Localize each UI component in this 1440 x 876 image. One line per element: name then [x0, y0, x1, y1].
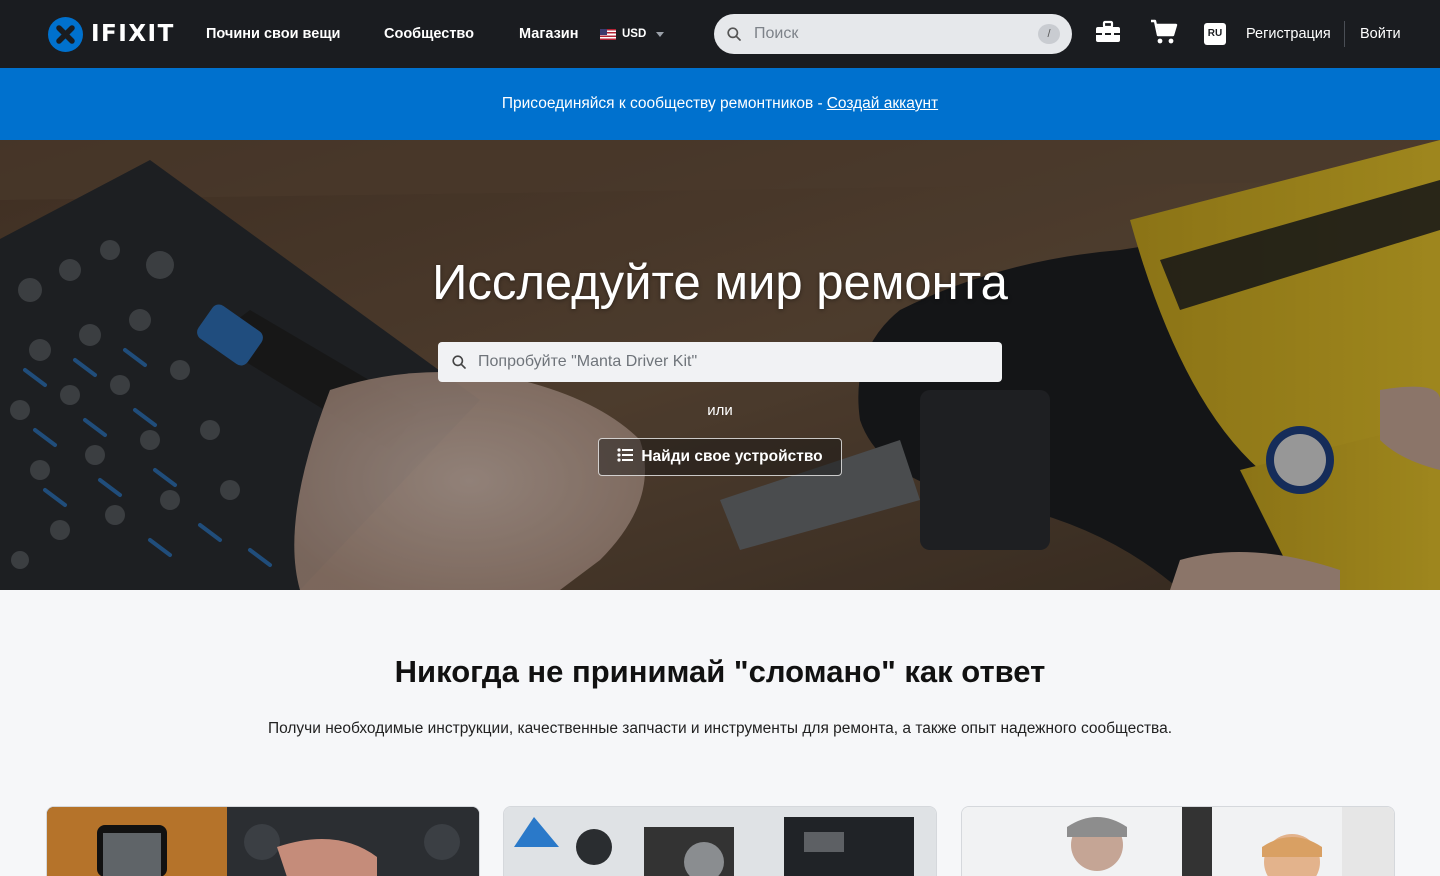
currency-selector[interactable]: USD: [600, 24, 665, 44]
logo-text: IFIXIT: [91, 21, 175, 47]
intro-text: Получи необходимые инструкции, качествен…: [267, 720, 1173, 737]
chevron-down-icon: [656, 31, 665, 37]
banner-text: Присоединяйся к сообществу ремонтников -: [501, 95, 823, 112]
hero-search-input[interactable]: [478, 342, 988, 382]
feature-card-community[interactable]: [961, 806, 1395, 876]
hero-or-label: или: [707, 402, 733, 419]
hero-search: [438, 342, 1002, 382]
language-selector[interactable]: RU: [1204, 23, 1226, 45]
nav-community[interactable]: Сообщество: [384, 24, 474, 44]
hero-section: Исследуйте мир ремонта или Найди свое ус…: [0, 140, 1440, 590]
login-link[interactable]: Войти: [1360, 24, 1401, 44]
us-flag-icon: [600, 28, 616, 40]
toolbox-button[interactable]: [1094, 20, 1122, 48]
header-search: /: [714, 14, 1072, 54]
create-account-link[interactable]: Создай аккаунт: [827, 95, 938, 113]
search-shortcut-badge: /: [1038, 24, 1060, 44]
ifixit-logo[interactable]: IFIXIT: [48, 16, 175, 52]
card-image-laptop-repair: [47, 807, 479, 876]
top-navbar: IFIXIT Почини свои вещи Сообщество Магаз…: [0, 0, 1440, 68]
find-device-button[interactable]: Найди свое устройство: [598, 438, 842, 476]
intro-title: Никогда не принимай "сломано" как ответ: [394, 654, 1046, 689]
join-banner: Присоединяйся к сообществу ремонтников -…: [0, 68, 1440, 140]
cart-icon: [1150, 19, 1178, 50]
toolbox-icon: [1094, 20, 1122, 49]
find-device-label: Найди свое устройство: [641, 448, 823, 465]
search-icon: [452, 355, 466, 374]
card-image-parts: [504, 807, 936, 876]
nav-divider: [1344, 21, 1345, 47]
search-icon: [727, 27, 741, 46]
feature-card-repair-guides[interactable]: [46, 806, 480, 876]
cart-button[interactable]: [1150, 19, 1178, 50]
nav-fix-your-stuff[interactable]: Почини свои вещи: [206, 24, 340, 44]
hero-title: Исследуйте мир ремонта: [432, 256, 1008, 310]
nav-store[interactable]: Магазин: [519, 24, 578, 44]
feature-card-parts[interactable]: [503, 806, 937, 876]
register-link[interactable]: Регистрация: [1246, 24, 1331, 44]
ifixit-logo-icon: [48, 16, 83, 52]
currency-label: USD: [622, 28, 647, 40]
list-icon: [617, 447, 634, 467]
header-search-input[interactable]: [754, 14, 1034, 54]
card-image-community: [962, 807, 1394, 876]
